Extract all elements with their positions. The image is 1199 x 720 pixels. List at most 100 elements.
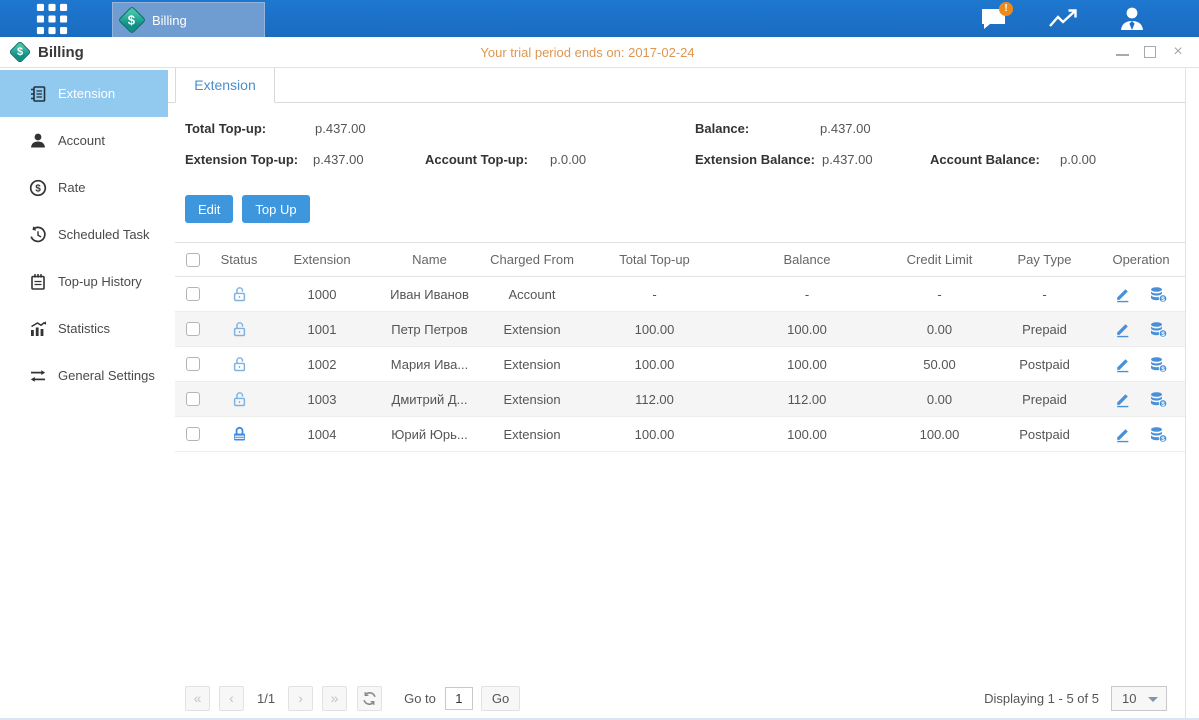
sidebar-item-extension[interactable]: Extension [0, 70, 168, 117]
cell-charged-from: Account [482, 277, 582, 312]
sidebar-item-top-up-history[interactable]: Top-up History [0, 258, 168, 305]
edit-row-button[interactable] [1114, 426, 1131, 443]
window-title: Billing [38, 44, 84, 61]
table-row: 1004Юрий Юрь...Extension100.00100.00100.… [175, 417, 1185, 452]
table-body: 1000Иван ИвановAccount----$1001Петр Петр… [175, 277, 1185, 452]
account-topup-value: p.0.00 [550, 144, 586, 175]
edit-row-button[interactable] [1114, 391, 1131, 408]
trial-notice: Your trial period ends on: 2017-02-24 [480, 45, 694, 60]
svg-text:$: $ [1161, 295, 1165, 302]
cell-credit-limit: 100.00 [887, 417, 992, 452]
row-checkbox[interactable] [186, 357, 200, 371]
next-page-button[interactable]: › [288, 686, 313, 711]
cell-balance: - [727, 277, 887, 312]
extension-topup-value: p.437.00 [313, 144, 364, 175]
window-titlebar: $ Billing Your trial period ends on: 201… [0, 37, 1199, 68]
column-header-operation: Operation [1097, 243, 1185, 277]
sidebar-item-label: Rate [58, 180, 85, 195]
column-header-balance: Balance [727, 243, 887, 277]
sidebar-item-rate[interactable]: $ Rate [0, 164, 168, 211]
cell-name: Юрий Юрь... [377, 417, 482, 452]
cell-pay-type: Postpaid [992, 417, 1097, 452]
cell-credit-limit: - [887, 277, 992, 312]
table-row: 1003Дмитрий Д...Extension112.00112.000.0… [175, 382, 1185, 417]
sidebar-item-label: Top-up History [58, 274, 142, 289]
displaying-text: Displaying 1 - 5 of 5 [984, 691, 1099, 706]
column-header-name: Name [377, 243, 482, 277]
top-up-button[interactable]: Top Up [242, 195, 309, 223]
first-page-button[interactable]: « [185, 686, 210, 711]
sidebar-item-general-settings[interactable]: General Settings [0, 352, 168, 399]
tabstrip: Extension [168, 68, 1185, 103]
go-button[interactable]: Go [481, 686, 520, 711]
app-body: ExtensionAccount$RateScheduled TaskTop-u… [0, 68, 1199, 720]
edit-row-button[interactable] [1114, 286, 1131, 303]
select-all-checkbox[interactable] [186, 253, 200, 267]
topup-row-button[interactable]: $ [1149, 286, 1168, 303]
cell-charged-from: Extension [482, 417, 582, 452]
tab-extension[interactable]: Extension [175, 68, 275, 103]
cell-balance: 100.00 [727, 417, 887, 452]
sidebar-nav: Extension Account $ Rate Scheduled Task Top-u… [0, 68, 168, 720]
table-row: 1002Мария Ива...Extension100.00100.0050.… [175, 347, 1185, 382]
cell-name: Иван Иванов [377, 277, 482, 312]
row-checkbox[interactable] [186, 427, 200, 441]
cell-charged-from: Extension [482, 312, 582, 347]
edit-row-button[interactable] [1114, 321, 1131, 338]
page-size-value: 10 [1122, 691, 1136, 706]
row-checkbox[interactable] [186, 322, 200, 336]
cell-pay-type: Prepaid [992, 312, 1097, 347]
maximize-button[interactable] [1144, 46, 1156, 58]
extension-balance-label: Extension Balance: [695, 144, 815, 175]
prev-page-button[interactable]: ‹ [219, 686, 244, 711]
messages-icon[interactable]: ! [976, 1, 1012, 37]
row-checkbox[interactable] [186, 287, 200, 301]
topup-row-button[interactable]: $ [1149, 426, 1168, 443]
sidebar-item-label: Account [58, 133, 105, 148]
page-size-select[interactable]: 10 [1111, 686, 1167, 711]
topup-row-button[interactable]: $ [1149, 356, 1168, 373]
cell-name: Дмитрий Д... [377, 382, 482, 417]
topup-history-icon [29, 273, 47, 291]
edit-row-button[interactable] [1114, 356, 1131, 373]
sidebar-item-statistics[interactable]: Statistics [0, 305, 168, 352]
sidebar-item-scheduled-task[interactable]: Scheduled Task [0, 211, 168, 258]
table-row: 1001Петр ПетровExtension100.00100.000.00… [175, 312, 1185, 347]
statistics-chart-icon[interactable] [1045, 1, 1081, 37]
close-button[interactable]: × [1171, 45, 1185, 59]
account-balance-value: p.0.00 [1060, 144, 1096, 175]
refresh-button[interactable] [357, 686, 382, 711]
cell-name: Петр Петров [377, 312, 482, 347]
user-icon[interactable] [1114, 1, 1150, 37]
svg-text:$: $ [35, 183, 41, 194]
topup-row-button[interactable]: $ [1149, 391, 1168, 408]
account-topup-label: Account Top-up: [425, 144, 528, 175]
last-page-button[interactable]: » [322, 686, 347, 711]
total-topup-label: Total Top-up: [185, 113, 266, 144]
notification-badge: ! [999, 2, 1013, 16]
edit-button[interactable]: Edit [185, 195, 233, 223]
column-header-charged-from: Charged From [482, 243, 582, 277]
svg-text:$: $ [1161, 400, 1165, 407]
table-row: 1000Иван ИвановAccount----$ [175, 277, 1185, 312]
sidebar-item-label: General Settings [58, 368, 155, 383]
apps-grid-icon[interactable] [34, 1, 70, 37]
minimize-button[interactable] [1116, 48, 1129, 56]
cell-name: Мария Ива... [377, 347, 482, 382]
cell-extension: 1004 [267, 417, 377, 452]
goto-page-input[interactable] [445, 687, 473, 710]
balance-summary: Total Top-up: p.437.00 Balance: p.437.00… [185, 113, 1185, 175]
column-header-total-top-up: Total Top-up [582, 243, 727, 277]
topbar-billing-tab[interactable]: $ Billing [112, 2, 265, 37]
cell-total-topup: - [582, 277, 727, 312]
topbar-billing-tab-label: Billing [152, 13, 187, 28]
sidebar-item-account[interactable]: Account [0, 117, 168, 164]
topbar: $ Billing ! [0, 0, 1199, 37]
column-header-status: Status [211, 243, 267, 277]
cell-pay-type: Postpaid [992, 347, 1097, 382]
row-checkbox[interactable] [186, 392, 200, 406]
extension-balance-value: p.437.00 [822, 144, 873, 175]
status-locked-icon [231, 426, 248, 443]
topup-row-button[interactable]: $ [1149, 321, 1168, 338]
cell-balance: 100.00 [727, 347, 887, 382]
